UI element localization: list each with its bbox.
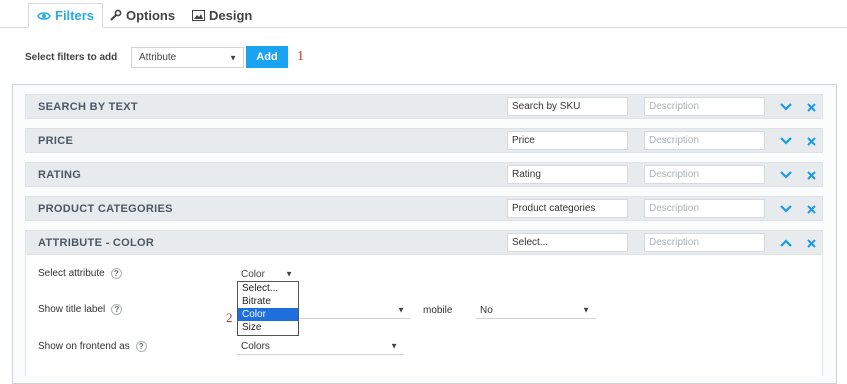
- help-icon[interactable]: ?: [110, 268, 122, 279]
- tab-filters-label: Filters: [55, 8, 95, 23]
- filter-type-value: Attribute: [139, 52, 177, 63]
- help-icon[interactable]: ?: [135, 341, 147, 352]
- chevron-down-icon[interactable]: [779, 202, 793, 216]
- select-filters-label: Select filters to add: [25, 51, 118, 63]
- filter-row-search-by-text: SEARCH BY TEXT Search by SKU Description: [25, 94, 823, 119]
- show-title-label-text: Show title label: [38, 304, 106, 315]
- annotation-marker-2: 2: [226, 310, 233, 325]
- show-frontend-select[interactable]: Colors ▼: [237, 338, 404, 355]
- filter-description-input[interactable]: Description: [644, 199, 765, 218]
- tab-design[interactable]: Design: [192, 3, 252, 27]
- dropdown-arrow-icon: ▼: [229, 53, 237, 62]
- filter-name-input[interactable]: Select...: [507, 233, 628, 252]
- mobile-label: mobile: [423, 305, 453, 316]
- filter-row-product-categories: PRODUCT CATEGORIES Product categories De…: [25, 196, 823, 221]
- filter-add-row: Select filters to add: [25, 46, 117, 68]
- show-title-label-label: Show title label ?: [38, 304, 123, 315]
- dropdown-arrow-icon: ▼: [582, 305, 590, 315]
- filter-description-input[interactable]: Description: [644, 233, 765, 252]
- filter-row-title: SEARCH BY TEXT: [38, 101, 138, 113]
- add-filter-button[interactable]: Add: [246, 46, 288, 68]
- filter-description-input[interactable]: Description: [644, 97, 765, 116]
- chevron-down-icon[interactable]: [779, 134, 793, 148]
- attribute-select-value: Color: [241, 268, 265, 280]
- tab-bar: Filters Options Design: [0, 0, 847, 28]
- image-icon: [192, 9, 205, 21]
- annotation-marker-1: 1: [297, 49, 304, 64]
- help-icon[interactable]: ?: [111, 304, 123, 315]
- dropdown-arrow-icon: ▼: [397, 305, 405, 315]
- mobile-select[interactable]: No ▼: [476, 302, 596, 319]
- filter-name-input[interactable]: Price: [507, 131, 628, 150]
- filter-description-input[interactable]: Description: [644, 165, 765, 184]
- filter-row-title: PRICE: [38, 135, 74, 147]
- eye-icon: [37, 11, 51, 21]
- wrench-icon: [110, 9, 122, 21]
- close-icon[interactable]: [804, 202, 818, 216]
- show-frontend-label: Show on frontend as ?: [38, 341, 147, 352]
- filter-description-input[interactable]: Description: [644, 131, 765, 150]
- filter-row-title: PRODUCT CATEGORIES: [38, 203, 173, 215]
- dropdown-option[interactable]: Bitrate: [238, 295, 298, 308]
- select-attribute-label: Select attribute ?: [38, 268, 122, 279]
- mobile-select-value: No: [480, 304, 493, 316]
- show-frontend-value: Colors: [241, 340, 270, 352]
- select-attribute-text: Select attribute: [38, 268, 105, 279]
- tab-options-label: Options: [126, 7, 176, 23]
- attribute-dropdown-list: Select... Bitrate Color Size: [237, 281, 299, 336]
- dropdown-arrow-icon: ▼: [285, 269, 293, 279]
- filter-name-input[interactable]: Search by SKU: [507, 97, 628, 116]
- close-icon[interactable]: [804, 236, 818, 250]
- attribute-select[interactable]: Color ▼: [237, 266, 299, 282]
- attribute-settings-panel: [25, 256, 823, 376]
- filter-type-dropdown[interactable]: Attribute ▼: [131, 47, 244, 68]
- chevron-down-icon[interactable]: [779, 100, 793, 114]
- dropdown-option[interactable]: Size: [238, 321, 298, 334]
- chevron-up-icon[interactable]: [779, 236, 793, 250]
- filter-row-title: RATING: [38, 169, 82, 181]
- filter-name-input[interactable]: Rating: [507, 165, 628, 184]
- dropdown-option-selected[interactable]: Color: [238, 308, 298, 321]
- filter-row-rating: RATING Rating Description: [25, 162, 823, 187]
- tab-filters[interactable]: Filters: [28, 3, 104, 28]
- filter-row-price: PRICE Price Description: [25, 128, 823, 153]
- dropdown-option[interactable]: Select...: [238, 282, 298, 295]
- dropdown-arrow-icon: ▼: [390, 341, 398, 351]
- close-icon[interactable]: [804, 100, 818, 114]
- chevron-down-icon[interactable]: [779, 168, 793, 182]
- show-frontend-text: Show on frontend as: [38, 341, 130, 352]
- tab-options[interactable]: Options: [110, 3, 175, 27]
- filter-row-title: ATTRIBUTE - COLOR: [38, 237, 155, 249]
- filter-row-attribute-color: ATTRIBUTE - COLOR Select... Description: [25, 230, 823, 255]
- filter-name-input[interactable]: Product categories: [507, 199, 628, 218]
- close-icon[interactable]: [804, 168, 818, 182]
- close-icon[interactable]: [804, 134, 818, 148]
- tab-design-label: Design: [209, 7, 253, 23]
